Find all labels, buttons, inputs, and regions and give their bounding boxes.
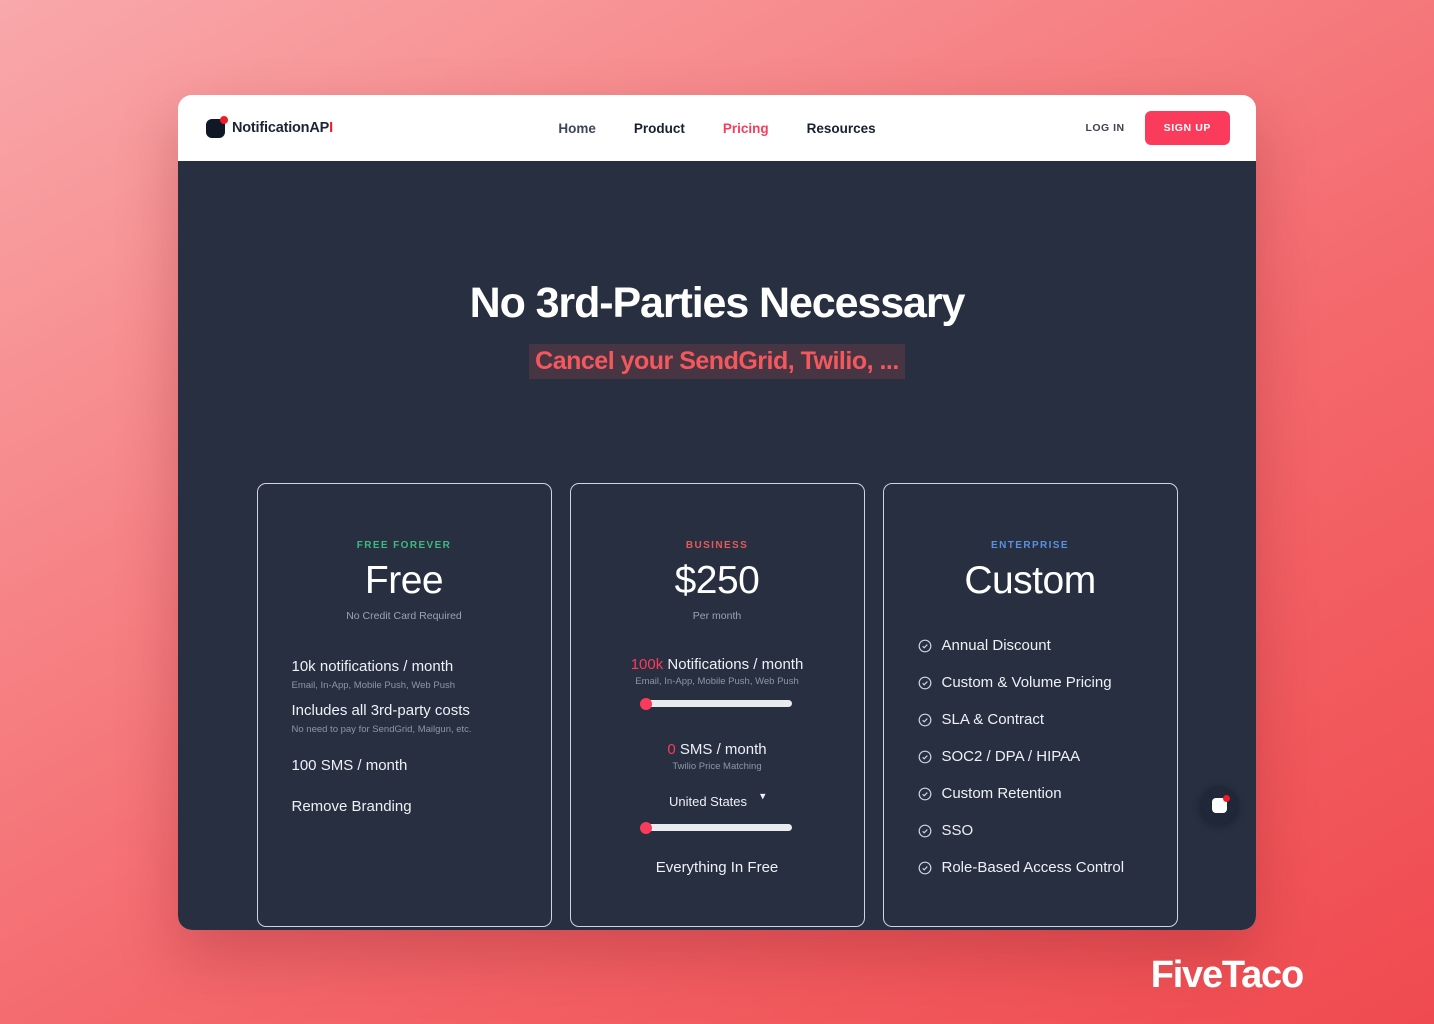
hero-section: No 3rd-Parties Necessary Cancel your Sen… <box>178 161 1256 379</box>
list-item: SSO <box>918 822 1143 839</box>
feature-title: 100 SMS / month <box>291 756 408 774</box>
hero-title: No 3rd-Parties Necessary <box>469 279 966 327</box>
nav-link-resources[interactable]: Resources <box>807 121 876 136</box>
brand-name: NotificationAPI <box>232 120 333 136</box>
signup-button[interactable]: SIGN UP <box>1144 111 1230 145</box>
plan-price-free: Free <box>364 559 444 602</box>
sms-amount: 0 <box>667 741 676 758</box>
check-circle-icon <box>918 750 931 763</box>
feature-label: SSO <box>941 822 974 839</box>
feature-label: SOC2 / DPA / HIPAA <box>941 748 1081 765</box>
notification-square-icon <box>206 115 228 138</box>
notifications-slider[interactable] <box>640 697 792 710</box>
country-select[interactable]: United States <box>668 794 766 809</box>
plan-note-business: Per month <box>692 610 742 622</box>
check-circle-icon <box>918 639 931 652</box>
plan-tag-business: BUSINESS <box>685 540 749 551</box>
check-circle-icon <box>918 676 931 689</box>
plan-tag-free: FREE FOREVER <box>356 540 452 551</box>
list-item: Custom & Volume Pricing <box>918 674 1143 691</box>
plan-price-business: $250 <box>674 559 760 602</box>
sms-slider-thumb[interactable] <box>640 821 652 834</box>
sms-slider[interactable] <box>640 821 792 834</box>
notifications-label: Notifications / month <box>663 656 804 673</box>
check-circle-icon <box>918 713 931 726</box>
browser-mockup: NotificationAPI Home Product Pricing Res… <box>178 95 1256 930</box>
list-item: Annual Discount <box>918 637 1143 654</box>
sms-sub: Twilio Price Matching <box>672 761 762 772</box>
feature-label: Custom & Volume Pricing <box>941 674 1112 691</box>
feature-row: Remove Branding <box>292 796 517 818</box>
check-circle-icon <box>918 861 931 874</box>
nav-link-product[interactable]: Product <box>634 121 685 136</box>
list-item: Role-Based Access Control <box>918 859 1143 876</box>
notifications-slider-thumb[interactable] <box>640 697 652 710</box>
feature-sub: No need to pay for SendGrid, Mailgun, et… <box>291 723 472 735</box>
pricing-cards: FREE FOREVER Free No Credit Card Require… <box>178 483 1256 927</box>
country-select-wrap[interactable]: United States ▾ <box>668 782 766 809</box>
brand-name-accent: I <box>329 120 333 136</box>
hero-subtitle-wrap: Cancel your SendGrid, Twilio, ... <box>178 344 1256 379</box>
sms-slider-block: 0 SMS / month Twilio Price Matching Unit… <box>605 741 830 834</box>
feature-sub: Email, In-App, Mobile Push, Web Push <box>291 679 456 691</box>
pricing-card-enterprise: ENTERPRISE Custom Annual Discount Custom… <box>882 483 1178 927</box>
nav-actions: LOG IN SIGN UP <box>1085 111 1230 145</box>
notifications-amount: 100k <box>630 656 664 673</box>
feature-label: SLA & Contract <box>941 711 1045 728</box>
feature-list-enterprise: Annual Discount Custom & Volume Pricing … <box>918 637 1143 876</box>
feature-title: Includes all 3rd-party costs <box>291 701 470 719</box>
pricing-card-free: FREE FOREVER Free No Credit Card Require… <box>256 483 552 927</box>
feature-label: Custom Retention <box>941 785 1062 802</box>
feature-title: 10k notifications / month <box>291 658 454 675</box>
pricing-card-business: BUSINESS $250 Per month 100k Notificatio… <box>569 483 865 927</box>
nav-link-pricing[interactable]: Pricing <box>723 121 769 136</box>
feature-list-free: 10k notifications / month Email, In-App,… <box>292 656 517 818</box>
feature-row: Includes all 3rd-party costs No need to … <box>292 700 517 735</box>
feature-label: Role-Based Access Control <box>941 859 1125 876</box>
list-item: SLA & Contract <box>918 711 1143 728</box>
top-navigation-bar: NotificationAPI Home Product Pricing Res… <box>178 95 1256 161</box>
notification-widget-button[interactable] <box>1200 786 1238 824</box>
plan-price-enterprise: Custom <box>964 559 1096 602</box>
nav-links: Home Product Pricing Resources <box>558 121 875 136</box>
notifications-slider-block: 100k Notifications / month Email, In-App… <box>605 656 830 710</box>
pricing-page: No 3rd-Parties Necessary Cancel your Sen… <box>178 161 1256 930</box>
sms-line: 0 SMS / month <box>605 741 830 758</box>
notifications-sub: Email, In-App, Mobile Push, Web Push <box>635 676 799 687</box>
feature-row: 100 SMS / month <box>292 755 517 777</box>
feature-label: Annual Discount <box>941 637 1051 654</box>
notifications-line: 100k Notifications / month <box>605 656 830 673</box>
list-item: SOC2 / DPA / HIPAA <box>918 748 1143 765</box>
login-link[interactable]: LOG IN <box>1085 122 1124 134</box>
plan-note-free: No Credit Card Required <box>346 610 462 622</box>
check-circle-icon <box>918 787 931 800</box>
feature-title: Remove Branding <box>291 798 412 816</box>
check-circle-icon <box>918 824 931 837</box>
notification-bell-widget-icon <box>1211 794 1230 813</box>
feature-row: 10k notifications / month Email, In-App,… <box>292 656 517 691</box>
fivetaco-watermark: FiveTaco <box>1150 954 1305 996</box>
hero-subtitle: Cancel your SendGrid, Twilio, ... <box>529 344 905 379</box>
sms-label: SMS / month <box>675 741 767 758</box>
nav-link-home[interactable]: Home <box>558 121 596 136</box>
list-item: Custom Retention <box>918 785 1143 802</box>
business-footer-note: Everything In Free <box>655 859 779 876</box>
brand-name-main: NotificationAP <box>232 120 330 136</box>
brand-logo[interactable]: NotificationAPI <box>206 115 333 138</box>
plan-tag-enterprise: ENTERPRISE <box>991 540 1069 551</box>
